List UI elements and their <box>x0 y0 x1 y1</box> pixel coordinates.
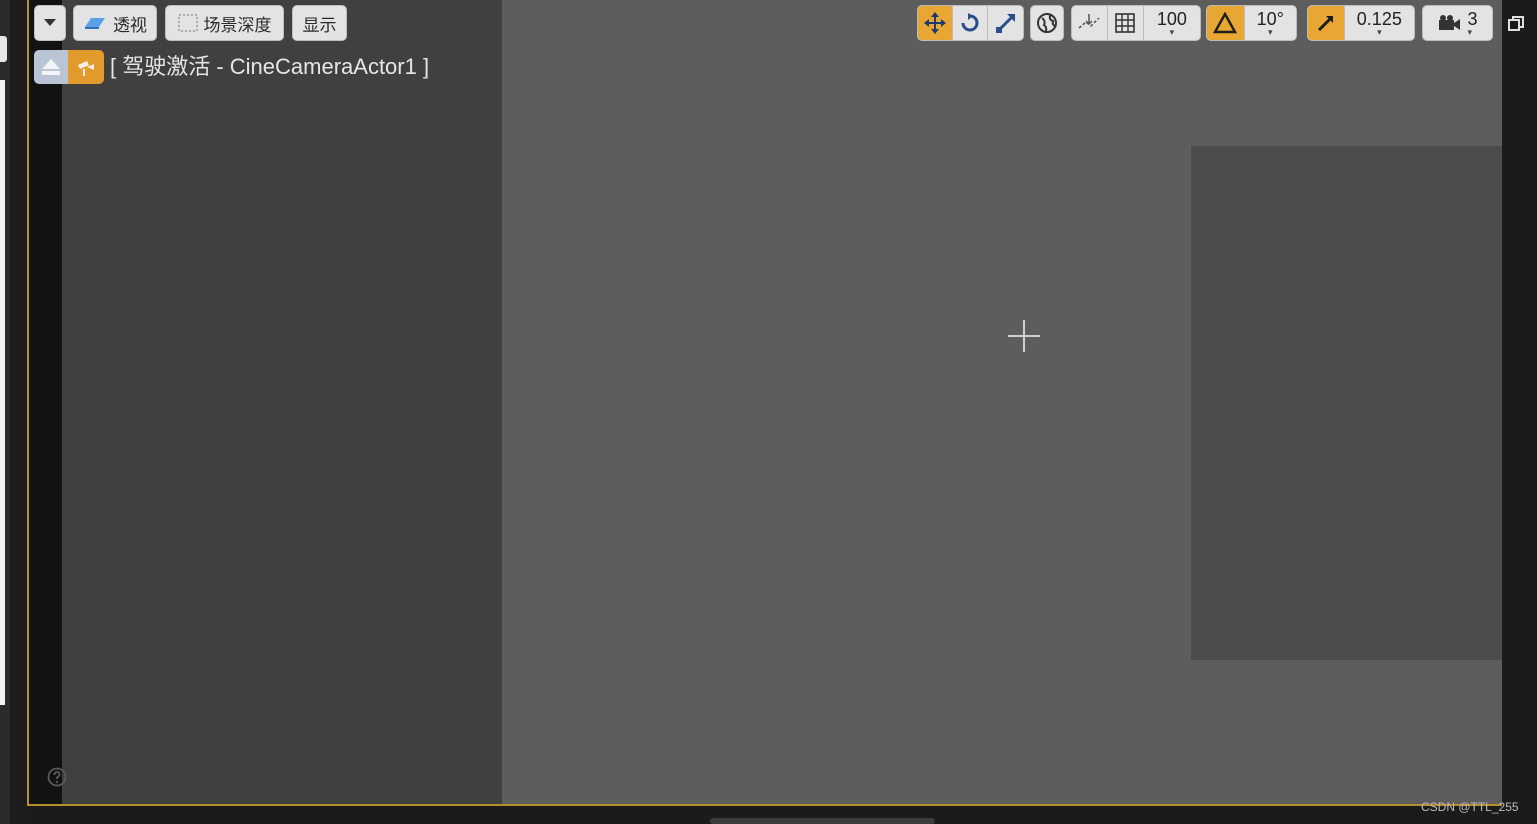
caret-down-icon: ▾ <box>1169 27 1175 37</box>
view-mode-label: 场景深度 <box>203 15 272 35</box>
level-viewport[interactable] <box>27 0 1502 806</box>
rotate-tool[interactable] <box>953 6 989 40</box>
surface-snap-toggle[interactable] <box>1072 6 1108 40</box>
camera-icon <box>1439 15 1461 30</box>
crosshair-icon <box>1008 320 1040 352</box>
scrollbar-handle[interactable] <box>710 818 935 824</box>
viewport-black-region <box>29 0 62 804</box>
maximize-icon[interactable] <box>1508 16 1524 32</box>
rotation-snap-toggle[interactable] <box>1207 6 1245 40</box>
help-icon[interactable] <box>47 767 67 787</box>
eject-icon <box>42 59 60 75</box>
grid-icon <box>1115 13 1136 33</box>
coordinate-system-button[interactable] <box>1030 5 1064 41</box>
rotate-icon <box>961 13 979 32</box>
viewport-options-button[interactable] <box>34 5 66 41</box>
left-panel-tab[interactable] <box>0 36 7 62</box>
caret-down-icon: ▾ <box>1377 27 1382 37</box>
left-panel-strip <box>0 0 10 824</box>
grid-snap-group: 100 ▾ <box>1071 5 1201 41</box>
viewport-dark-region <box>62 0 502 804</box>
scale-snap-value-text: 0.125 <box>1356 9 1402 29</box>
rotation-snap-group: 10° ▾ <box>1206 5 1297 41</box>
left-panel-edge <box>0 80 5 705</box>
dotted-square-icon <box>177 14 198 32</box>
move-arrows-icon <box>923 12 946 34</box>
eject-pilot-button[interactable] <box>34 50 68 84</box>
show-label: 显示 <box>302 15 337 35</box>
transform-tools <box>917 5 1024 41</box>
perspective-button[interactable]: 透视 <box>73 5 157 41</box>
translate-tool[interactable] <box>918 6 953 40</box>
scale-tool[interactable] <box>988 6 1023 40</box>
rotation-snap-value[interactable]: 10° ▾ <box>1245 6 1296 40</box>
scale-snap-value[interactable]: 0.125 ▾ <box>1345 6 1414 40</box>
view-mode-button[interactable]: 场景深度 <box>165 5 284 41</box>
right-panel-strip <box>1502 0 1537 824</box>
grid-snap-value-text: 100 <box>1156 9 1187 29</box>
camera-speed-value-text: 3 <box>1467 9 1478 29</box>
surface-snap-icon <box>1078 14 1100 29</box>
globe-icon <box>1037 13 1057 33</box>
pilot-actor-label: [ 驾驶激活 - CineCameraActor1 ] <box>110 54 430 79</box>
caret-down-icon: ▾ <box>1268 27 1273 37</box>
pilot-camera-button[interactable] <box>68 50 104 84</box>
angle-icon <box>1213 12 1238 34</box>
scale-snap-toggle[interactable] <box>1308 6 1345 40</box>
camera-actor-icon <box>78 61 94 76</box>
panel-gap <box>10 0 27 824</box>
scale-icon <box>995 13 1015 33</box>
show-button[interactable]: 显示 <box>292 5 347 41</box>
watermark: CSDN @TTL_255 <box>1421 800 1519 814</box>
grid-snap-value[interactable]: 100 ▾ <box>1144 6 1200 40</box>
perspective-label: 透视 <box>113 15 147 35</box>
caret-down-icon: ▾ <box>1467 27 1473 37</box>
chevron-down-icon <box>44 19 56 26</box>
rotation-snap-value-text: 10° <box>1256 9 1284 29</box>
camera-speed-button[interactable]: 3 ▾ <box>1422 5 1493 41</box>
camera-speed-value: 3 ▾ <box>1467 9 1478 37</box>
scale-arrow-icon <box>1317 16 1333 32</box>
grid-snap-toggle[interactable] <box>1108 6 1144 40</box>
perspective-icon <box>85 18 105 29</box>
scale-snap-group: 0.125 ▾ <box>1307 5 1415 41</box>
viewport-gray-rectangle <box>1191 146 1502 660</box>
